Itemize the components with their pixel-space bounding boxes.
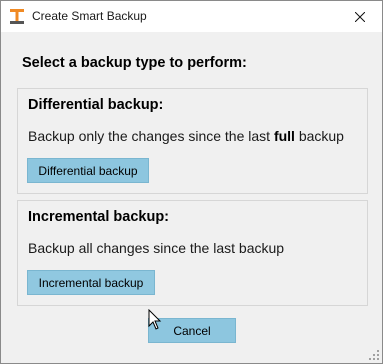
incremental-title: Incremental backup: — [28, 209, 170, 225]
differential-title: Differential backup: — [28, 97, 164, 113]
title-bar: Create Smart Backup — [1, 1, 382, 32]
dialog-heading: Select a backup type to perform: — [22, 55, 247, 71]
differential-desc-suffix: backup — [294, 128, 344, 144]
differential-description: Backup only the changes since the last f… — [28, 128, 344, 144]
close-icon — [355, 11, 365, 22]
incremental-backup-button[interactable]: Incremental backup — [27, 270, 155, 295]
differential-group: Differential backup: Backup only the cha… — [17, 88, 368, 194]
differential-desc-prefix: Backup only the changes since the last — [28, 128, 274, 144]
cancel-button[interactable]: Cancel — [148, 318, 236, 343]
resize-grip-icon[interactable] — [369, 350, 379, 360]
dialog-window: Create Smart Backup Select a backup type… — [0, 0, 383, 364]
close-button[interactable] — [338, 1, 382, 32]
incremental-description: Backup all changes since the last backup — [28, 240, 285, 256]
app-logo-icon — [10, 9, 24, 24]
window-title: Create Smart Backup — [32, 9, 147, 23]
dialog-content: Select a backup type to perform: Differe… — [1, 32, 382, 363]
incremental-group: Incremental backup: Backup all changes s… — [17, 200, 368, 306]
differential-backup-button[interactable]: Differential backup — [27, 158, 149, 183]
differential-desc-bold: full — [273, 128, 295, 144]
